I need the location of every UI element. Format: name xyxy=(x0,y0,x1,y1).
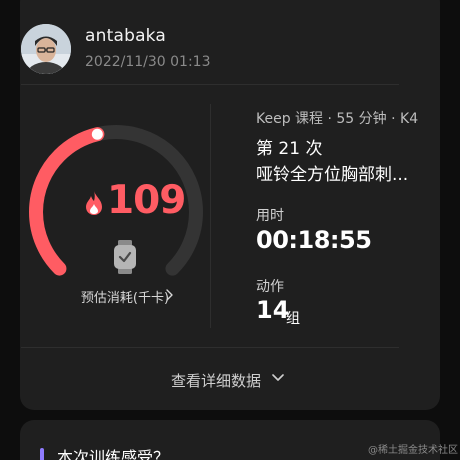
chevron-down-icon xyxy=(272,374,284,381)
smartwatch-icon xyxy=(114,240,136,274)
post-datetime: 2022/11/30 01:13 xyxy=(85,54,211,70)
sets-value: 14 xyxy=(256,296,290,324)
post-header: antabaka 2022/11/30 01:13 xyxy=(21,24,401,74)
calorie-label: 预估消耗(千卡) xyxy=(80,291,170,306)
view-details-button[interactable]: 查看详细数据 xyxy=(150,368,310,390)
username[interactable]: antabaka xyxy=(85,26,166,46)
avatar[interactable] xyxy=(21,24,71,74)
details-divider xyxy=(21,347,399,348)
calorie-value: 109 xyxy=(107,178,186,223)
workout-record-page: antabaka 2022/11/30 01:13 109 预估消耗(千卡) K… xyxy=(0,0,460,460)
course-name[interactable]: 哑铃全方位胸部刺... xyxy=(256,160,408,185)
watermark: @稀土掘金技术社区 xyxy=(368,445,458,456)
course-count: 第 21 次 xyxy=(256,139,323,159)
header-divider xyxy=(21,84,399,85)
sets-unit: 组 xyxy=(286,311,300,327)
course-meta[interactable]: Keep 课程 · 55 分钟 · K4 xyxy=(256,108,418,128)
calorie-ring-knob xyxy=(91,128,103,140)
view-details-label: 查看详细数据 xyxy=(171,372,262,390)
duration-value: 00:18:55 xyxy=(256,226,372,254)
duration-label: 用时 xyxy=(256,208,284,224)
sets-label: 动作 xyxy=(256,279,284,295)
section-accent-bar xyxy=(40,448,44,460)
chevron-right-icon xyxy=(166,289,173,301)
vertical-divider xyxy=(210,104,211,328)
calorie-label-link[interactable]: 预估消耗(千卡) xyxy=(52,287,198,306)
feedback-title: 本次训练感受？ xyxy=(57,448,170,460)
flame-icon xyxy=(86,191,102,215)
